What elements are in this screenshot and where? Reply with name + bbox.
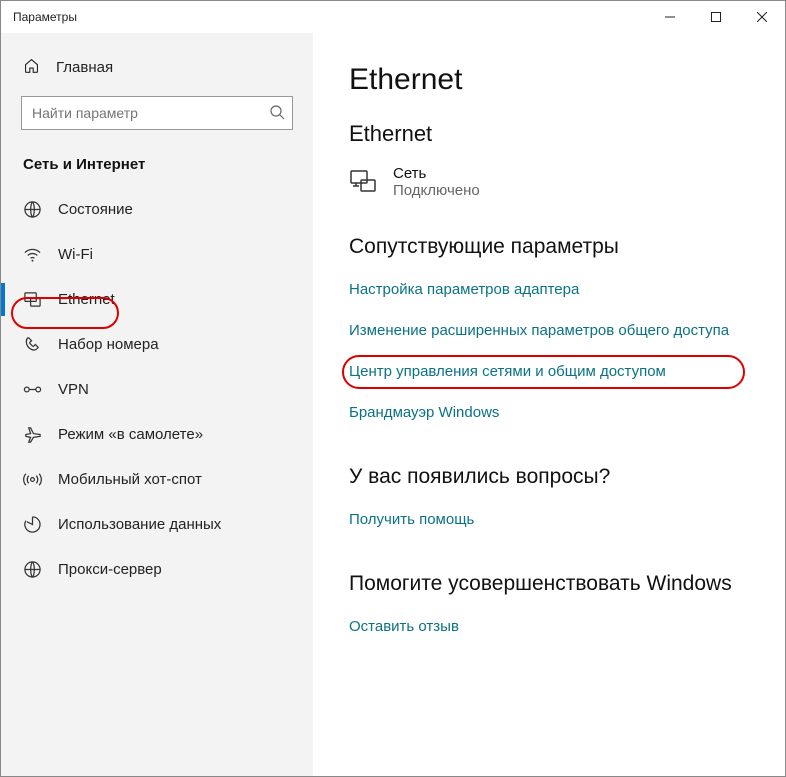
window-controls: [647, 1, 785, 33]
titlebar: Параметры: [1, 1, 785, 33]
close-button[interactable]: [739, 1, 785, 33]
main-content: Ethernet Ethernet Сеть Подключено Сопутс…: [313, 33, 785, 776]
proxy-icon: [23, 560, 42, 579]
link-adapter-settings[interactable]: Настройка параметров адаптера: [349, 273, 765, 306]
improve-heading: Помогите усовершенствовать Windows: [349, 572, 765, 596]
search-box[interactable]: [21, 96, 293, 130]
search-icon: [269, 104, 285, 120]
sidebar-item-airplane[interactable]: Режим «в самолете»: [1, 412, 313, 457]
nav-label: Ethernet: [58, 291, 115, 308]
link-feedback[interactable]: Оставить отзыв: [349, 610, 765, 643]
sidebar-home[interactable]: Главная: [1, 47, 313, 96]
maximize-button[interactable]: [693, 1, 739, 33]
home-label: Главная: [56, 59, 113, 76]
data-usage-icon: [23, 515, 42, 534]
window-title: Параметры: [13, 10, 77, 24]
network-name: Сеть: [393, 165, 480, 182]
nav-label: Использование данных: [58, 516, 221, 533]
nav-label: Состояние: [58, 201, 133, 218]
nav-label: Прокси-сервер: [58, 561, 162, 578]
search-input[interactable]: [21, 96, 293, 130]
sidebar-section-title: Сеть и Интернет: [1, 150, 313, 187]
sidebar-item-vpn[interactable]: VPN: [1, 367, 313, 412]
sidebar-item-status[interactable]: Состояние: [1, 187, 313, 232]
section-heading-ethernet: Ethernet: [349, 121, 765, 147]
sidebar-item-dialup[interactable]: Набор номера: [1, 322, 313, 367]
dialup-icon: [23, 335, 42, 354]
sidebar-item-proxy[interactable]: Прокси-сервер: [1, 547, 313, 592]
airplane-icon: [23, 425, 42, 444]
network-item[interactable]: Сеть Подключено: [349, 165, 765, 199]
sidebar-item-ethernet[interactable]: Ethernet: [1, 277, 313, 322]
vpn-icon: [23, 380, 42, 399]
hotspot-icon: [23, 470, 42, 489]
link-windows-firewall[interactable]: Брандмауэр Windows: [349, 396, 765, 429]
status-icon: [23, 200, 42, 219]
network-monitor-icon: [349, 168, 377, 196]
wifi-icon: [23, 245, 42, 264]
link-get-help[interactable]: Получить помощь: [349, 503, 765, 536]
ethernet-icon: [23, 290, 42, 309]
sidebar-item-hotspot[interactable]: Мобильный хот-спот: [1, 457, 313, 502]
nav-label: Мобильный хот-спот: [58, 471, 202, 488]
nav-label: VPN: [58, 381, 89, 398]
sidebar-item-data-usage[interactable]: Использование данных: [1, 502, 313, 547]
link-network-sharing-center[interactable]: Центр управления сетями и общим доступом: [349, 355, 765, 388]
nav-label: Набор номера: [58, 336, 159, 353]
sidebar-item-wifi[interactable]: Wi-Fi: [1, 232, 313, 277]
home-icon: [23, 57, 40, 78]
minimize-button[interactable]: [647, 1, 693, 33]
network-status: Подключено: [393, 182, 480, 199]
nav-label: Режим «в самолете»: [58, 426, 203, 443]
related-settings-heading: Сопутствующие параметры: [349, 235, 765, 259]
link-advanced-sharing[interactable]: Изменение расширенных параметров общего …: [349, 314, 765, 347]
page-title: Ethernet: [349, 63, 765, 97]
sidebar: Главная Сеть и Интернет Состояние Wi-Fi …: [1, 33, 313, 776]
nav-label: Wi-Fi: [58, 246, 93, 263]
questions-heading: У вас появились вопросы?: [349, 465, 765, 489]
